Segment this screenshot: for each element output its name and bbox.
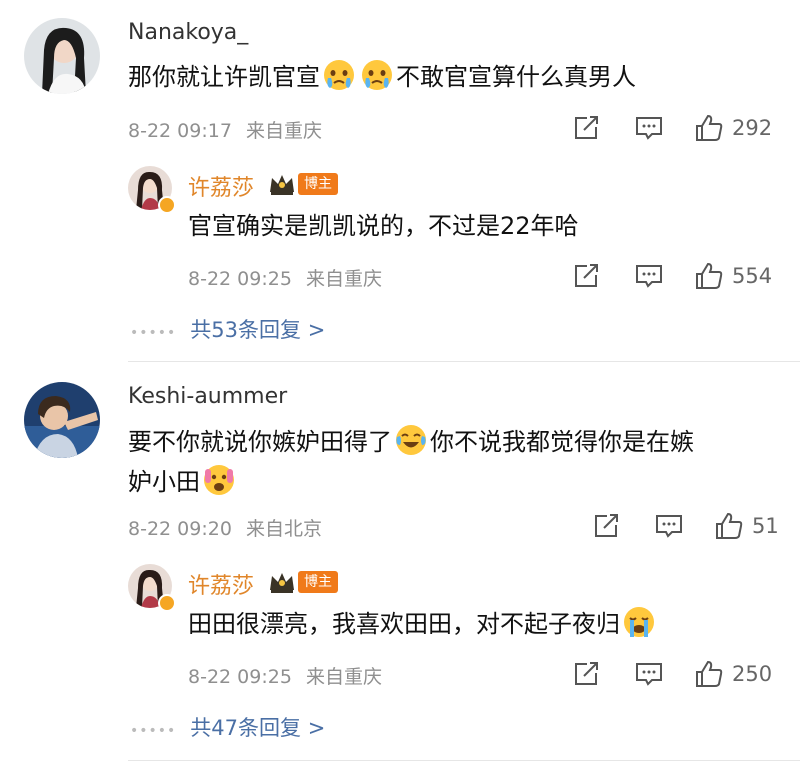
like-icon[interactable] (694, 113, 724, 143)
blogger-badge: 博主 (298, 571, 338, 593)
username[interactable]: Keshi-aummer (128, 384, 287, 409)
reply-text-part: 田田很漂亮，我喜欢田田，对不起子夜归 (188, 610, 620, 638)
avatar[interactable] (24, 382, 100, 458)
timestamp: 8-22 09:17 (128, 120, 232, 142)
comment-text: 要不你就说你嫉妒田得了 你不说我都觉得你是在嫉 (128, 422, 694, 462)
badge-group: 博主 (268, 172, 338, 196)
more-replies-label[interactable]: 共47条回复 > (190, 716, 325, 740)
divider (128, 760, 800, 761)
comment-text-part: 要不你就说你嫉妒田得了 (128, 428, 392, 456)
comment-meta: 8-22 09:20 来自北京 (128, 514, 322, 541)
location: 来自重庆 (305, 666, 382, 688)
comment-text-part: 妒小田 (128, 468, 200, 496)
crying-emoji-icon (624, 607, 654, 637)
comment-actions: 51 (592, 509, 779, 543)
tearful-emoji-icon (324, 60, 354, 90)
reply-username[interactable]: 许荔莎 (188, 170, 254, 202)
comment-icon[interactable] (634, 114, 664, 142)
scream-emoji-icon (204, 465, 234, 495)
verified-icon (158, 594, 176, 612)
comment-actions: 292 (572, 111, 772, 145)
reply-username[interactable]: 许荔莎 (188, 568, 254, 600)
share-icon[interactable] (572, 114, 600, 142)
timestamp: 8-22 09:25 (188, 268, 292, 290)
comment-text-line2: 妒小田 (128, 462, 238, 502)
reply-actions: 250 (572, 657, 772, 691)
reply-text: 田田很漂亮，我喜欢田田，对不起子夜归 (188, 604, 658, 644)
reply-meta: 8-22 09:25 来自重庆 (188, 662, 382, 689)
timestamp: 8-22 09:25 (188, 666, 292, 688)
comment-icon[interactable] (634, 262, 664, 290)
comment-icon[interactable] (634, 660, 664, 688)
blogger-badge: 博主 (298, 173, 338, 195)
like-count: 292 (732, 116, 773, 140)
comment-text: 那你就让许凯官宣 不敢官宣算什么真男人 (128, 57, 636, 97)
location: 来自重庆 (305, 268, 382, 290)
comment-text-part: 不敢官宣算什么真男人 (396, 63, 636, 91)
share-icon[interactable] (592, 512, 620, 540)
more-replies-link[interactable]: ••••• 共47条回复 > (130, 712, 325, 742)
laugh-cry-emoji-icon (396, 425, 426, 455)
comment-meta: 8-22 09:17 来自重庆 (128, 116, 322, 143)
more-replies-label[interactable]: 共53条回复 > (190, 318, 325, 342)
comment-text-part: 那你就让许凯官宣 (128, 63, 320, 91)
dots-icon: ••••• (130, 325, 177, 341)
share-icon[interactable] (572, 262, 600, 290)
comment-2: Keshi-aummer 要不你就说你嫉妒田得了 你不说我都觉得你是在嫉 妒小田 … (0, 362, 800, 767)
like-icon[interactable] (694, 261, 724, 291)
share-icon[interactable] (572, 660, 600, 688)
username[interactable]: Nanakoya_ (128, 20, 248, 45)
tearful-emoji-icon (362, 60, 392, 90)
comment-text-part: 你不说我都觉得你是在嫉 (430, 428, 694, 456)
more-replies-link[interactable]: ••••• 共53条回复 > (130, 314, 325, 344)
reply-actions: 554 (572, 259, 772, 293)
avatar[interactable] (24, 18, 100, 94)
like-count: 554 (732, 264, 773, 288)
timestamp: 8-22 09:20 (128, 518, 232, 540)
like-icon[interactable] (714, 511, 744, 541)
crown-icon (270, 573, 294, 593)
reply-text: 官宣确实是凯凯说的，不过是22年哈 (188, 212, 579, 240)
like-count: 250 (732, 662, 773, 686)
crown-icon (270, 175, 294, 195)
location: 来自重庆 (245, 120, 322, 142)
verified-icon (158, 196, 176, 214)
like-icon[interactable] (694, 659, 724, 689)
comment-icon[interactable] (654, 512, 684, 540)
like-count: 51 (752, 514, 779, 538)
badge-group: 博主 (268, 570, 338, 594)
dots-icon: ••••• (130, 723, 177, 739)
reply-meta: 8-22 09:25 来自重庆 (188, 264, 382, 291)
comment-1: Nanakoya_ 那你就让许凯官宣 不敢官宣算什么真男人 8-22 09:17 … (0, 0, 800, 362)
location: 来自北京 (245, 518, 322, 540)
